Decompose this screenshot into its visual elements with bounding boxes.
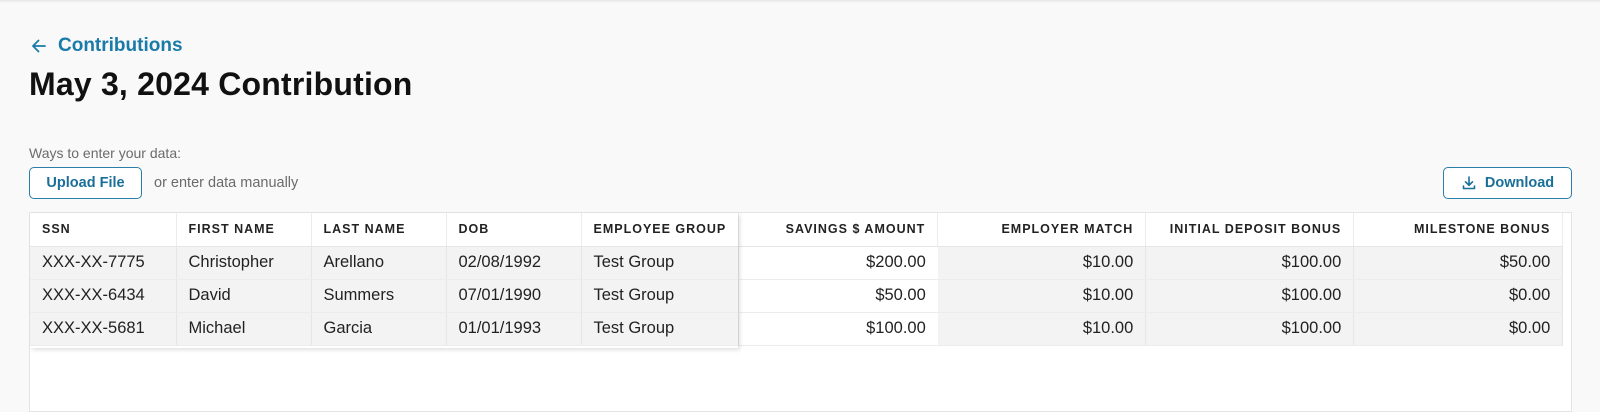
contribution-table: SSN FIRST NAME LAST NAME DOB EMPLOYEE GR… — [30, 213, 1564, 346]
ways-label: Ways to enter your data: — [29, 145, 181, 161]
manual-entry-label: or enter data manually — [154, 175, 299, 191]
column-header-savings-amount[interactable]: SAVINGS $ AMOUNT — [738, 213, 939, 247]
column-header-milestone-bonus[interactable]: MILESTONE BONUS — [1353, 213, 1564, 247]
download-icon — [1462, 176, 1476, 190]
cell-dob: 07/01/1990 — [446, 279, 582, 313]
cell-initial-deposit-bonus: $100.00 — [1145, 312, 1355, 346]
cell-ssn: XXX-XX-6434 — [30, 279, 177, 313]
cell-employee-group: Test Group — [581, 312, 740, 346]
column-header-dob[interactable]: DOB — [446, 213, 582, 247]
table-header-row: SSN FIRST NAME LAST NAME DOB EMPLOYEE GR… — [30, 213, 1564, 247]
cell-last-name: Summers — [311, 279, 447, 313]
cell-dob: 01/01/1993 — [446, 312, 582, 346]
back-link[interactable]: Contributions — [30, 34, 183, 58]
cell-employer-match: $10.00 — [937, 279, 1147, 313]
contribution-table-container: SSN FIRST NAME LAST NAME DOB EMPLOYEE GR… — [29, 212, 1572, 412]
cell-ssn: XXX-XX-5681 — [30, 312, 177, 346]
cell-dob: 02/08/1992 — [446, 246, 582, 280]
cell-employer-match: $10.00 — [937, 246, 1147, 280]
cell-first-name: David — [176, 279, 312, 313]
cell-ssn: XXX-XX-7775 — [30, 246, 177, 280]
page-title: May 3, 2024 Contribution — [29, 66, 413, 102]
cell-employee-group: Test Group — [581, 279, 740, 313]
cell-initial-deposit-bonus: $100.00 — [1145, 246, 1355, 280]
column-header-employer-match[interactable]: EMPLOYER MATCH — [937, 213, 1147, 247]
cell-savings-amount[interactable]: $50.00 — [738, 279, 938, 313]
cell-savings-amount[interactable]: $200.00 — [738, 246, 938, 280]
cell-first-name: Michael — [176, 312, 312, 346]
column-header-last-name[interactable]: LAST NAME — [311, 213, 447, 247]
table-row: XXX-XX-5681 Michael Garcia 01/01/1993 Te… — [30, 312, 1564, 346]
column-header-initial-deposit-bonus[interactable]: INITIAL DEPOSIT BONUS — [1145, 213, 1355, 247]
upload-file-button[interactable]: Upload File — [29, 167, 142, 199]
cell-milestone-bonus: $50.00 — [1353, 246, 1564, 280]
download-button[interactable]: Download — [1443, 167, 1572, 199]
cell-first-name: Christopher — [176, 246, 312, 280]
cell-employer-match: $10.00 — [937, 312, 1147, 346]
cell-milestone-bonus: $0.00 — [1353, 279, 1564, 313]
cell-savings-amount[interactable]: $100.00 — [738, 312, 938, 346]
table-row: XXX-XX-7775 Christopher Arellano 02/08/1… — [30, 246, 1564, 280]
column-header-ssn[interactable]: SSN — [30, 213, 177, 247]
cell-last-name: Garcia — [311, 312, 447, 346]
top-divider — [0, 0, 1600, 3]
column-header-employee-group[interactable]: EMPLOYEE GROUP — [581, 213, 740, 247]
cell-employee-group: Test Group — [581, 246, 740, 280]
column-header-first-name[interactable]: FIRST NAME — [176, 213, 312, 247]
table-row: XXX-XX-6434 David Summers 07/01/1990 Tes… — [30, 279, 1564, 313]
download-label: Download — [1484, 175, 1555, 191]
cell-milestone-bonus: $0.00 — [1353, 312, 1564, 346]
cell-last-name: Arellano — [311, 246, 447, 280]
cell-initial-deposit-bonus: $100.00 — [1145, 279, 1355, 313]
back-link-label: Contributions — [58, 35, 183, 56]
arrow-left-icon — [32, 39, 46, 53]
